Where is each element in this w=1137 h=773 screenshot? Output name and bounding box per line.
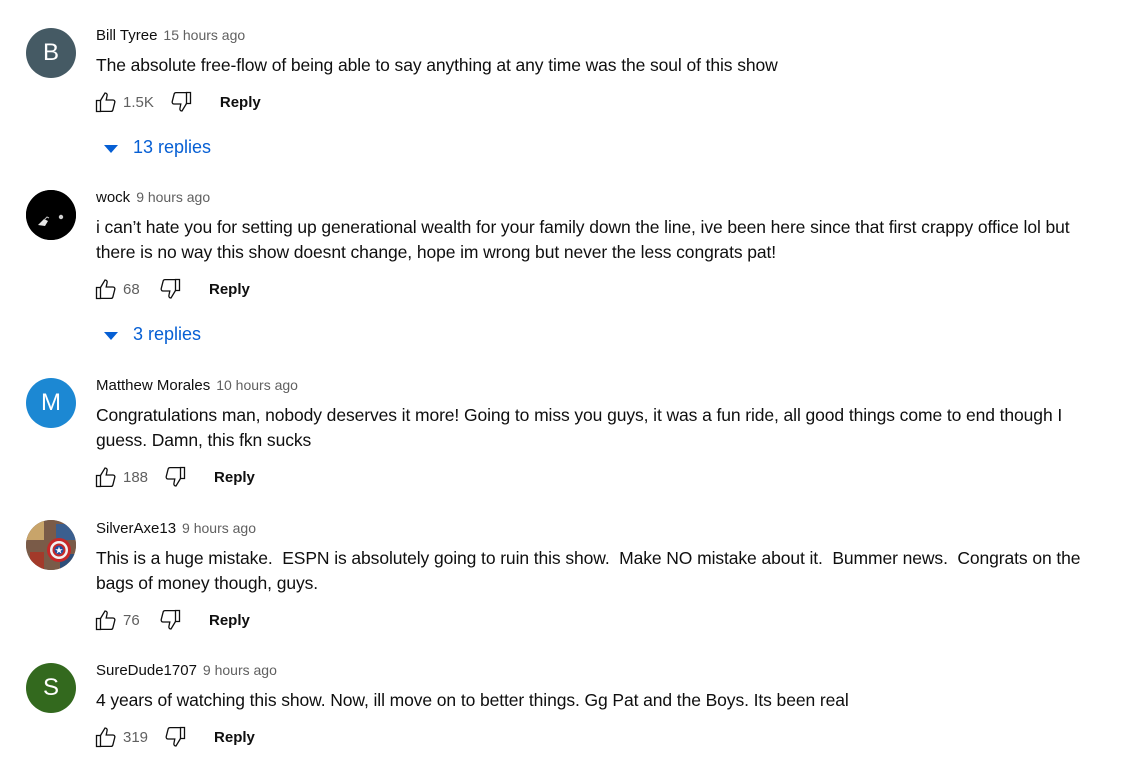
like-button[interactable] [93, 607, 119, 633]
like-count: 1.5K [123, 93, 154, 111]
thumbs-up-icon [95, 279, 116, 300]
comment-header: Bill Tyree 15 hours ago [96, 27, 1086, 49]
thumbs-down-icon [165, 466, 186, 487]
avatar-letter: B [42, 39, 59, 66]
comment-timestamp[interactable]: 15 hours ago [163, 27, 245, 43]
thumbs-up-icon [95, 467, 116, 488]
like-count: 76 [123, 611, 140, 629]
reply-button[interactable]: Reply [214, 469, 255, 486]
dislike-button[interactable] [162, 464, 188, 490]
caret-down-icon [104, 144, 118, 153]
reply-button[interactable]: Reply [214, 729, 255, 746]
avatar[interactable]: B [26, 28, 76, 78]
avatar-image [26, 190, 76, 240]
thumbs-down-icon [160, 609, 181, 630]
comment-header: SureDude1707 9 hours ago [96, 662, 1086, 684]
comment-header: SilverAxe13 9 hours ago [96, 520, 1086, 542]
dislike-button[interactable] [157, 607, 183, 633]
author-name[interactable]: SilverAxe13 [96, 520, 176, 537]
comment-body: Bill Tyree 15 hours ago The absolute fre… [93, 27, 1086, 117]
replies-count-label: 3 replies [133, 324, 202, 344]
comment-text: Congratulations man, nobody deserves it … [96, 405, 1063, 450]
avatar[interactable] [26, 520, 76, 570]
dislike-button[interactable] [168, 89, 194, 115]
comments-section: B Bill Tyree 15 hours ago The absolute f… [0, 0, 1137, 773]
comment-text: The absolute free-flow of being able to … [96, 55, 778, 75]
dislike-button[interactable] [157, 276, 183, 302]
thumbs-down-icon [160, 278, 181, 299]
avatar-letter: S [42, 674, 59, 701]
comment-timestamp[interactable]: 9 hours ago [136, 189, 210, 205]
comment-timestamp[interactable]: 10 hours ago [216, 377, 298, 393]
like-button[interactable] [93, 464, 119, 490]
view-replies-button[interactable]: 13 replies [104, 137, 211, 158]
thumbs-up-icon [95, 92, 116, 113]
like-count: 188 [123, 468, 149, 486]
like-count: 68 [123, 280, 140, 298]
comment-body: wock 9 hours ago i can’t hate you for se… [93, 189, 1086, 304]
avatar[interactable]: M [26, 378, 76, 428]
like-count: 319 [123, 728, 149, 746]
like-button[interactable] [93, 276, 119, 302]
comment-text: 4 years of watching this show. Now, ill … [96, 690, 849, 710]
comment-header: wock 9 hours ago [96, 189, 1086, 211]
caret-down-icon [104, 331, 118, 340]
view-replies-button[interactable]: 3 replies [104, 324, 201, 345]
avatar-letter: M [41, 389, 61, 416]
comment-header: Matthew Morales 10 hours ago [96, 377, 1086, 399]
thumbs-down-icon [165, 726, 186, 747]
comment-actions: 319 Reply [93, 722, 1086, 752]
reply-button[interactable]: Reply [209, 281, 250, 298]
reply-button[interactable]: Reply [209, 612, 250, 629]
comment-body: SureDude1707 9 hours ago 4 years of watc… [93, 662, 1086, 752]
author-name[interactable]: SureDude1707 [96, 662, 197, 679]
author-name[interactable]: wock [96, 189, 130, 206]
author-name[interactable]: Bill Tyree [96, 27, 157, 44]
author-name[interactable]: Matthew Morales [96, 377, 210, 394]
comment-timestamp[interactable]: 9 hours ago [203, 662, 277, 678]
thumbs-up-icon [95, 610, 116, 631]
replies-count-label: 13 replies [133, 137, 212, 157]
comment-body: Matthew Morales 10 hours ago Congratulat… [93, 377, 1086, 492]
avatar[interactable]: S [26, 663, 76, 713]
comment-actions: 76 Reply [93, 605, 1086, 635]
thumbs-down-icon [171, 91, 192, 112]
avatar[interactable] [26, 190, 76, 240]
comment-timestamp[interactable]: 9 hours ago [182, 520, 256, 536]
comment-actions: 188 Reply [93, 462, 1086, 492]
thumbs-up-icon [95, 727, 116, 748]
reply-button[interactable]: Reply [220, 94, 261, 111]
comment-actions: 68 Reply [93, 274, 1086, 304]
comment-text: This is a huge mistake. ESPN is absolute… [96, 548, 1086, 593]
like-button[interactable] [93, 89, 119, 115]
avatar-image [26, 520, 76, 570]
comment-text: i can’t hate you for setting up generati… [96, 217, 1070, 262]
comment-actions: 1.5K Reply [93, 87, 1086, 117]
dislike-button[interactable] [162, 724, 188, 750]
comment-body: SilverAxe13 9 hours ago This is a huge m… [93, 520, 1086, 635]
like-button[interactable] [93, 724, 119, 750]
